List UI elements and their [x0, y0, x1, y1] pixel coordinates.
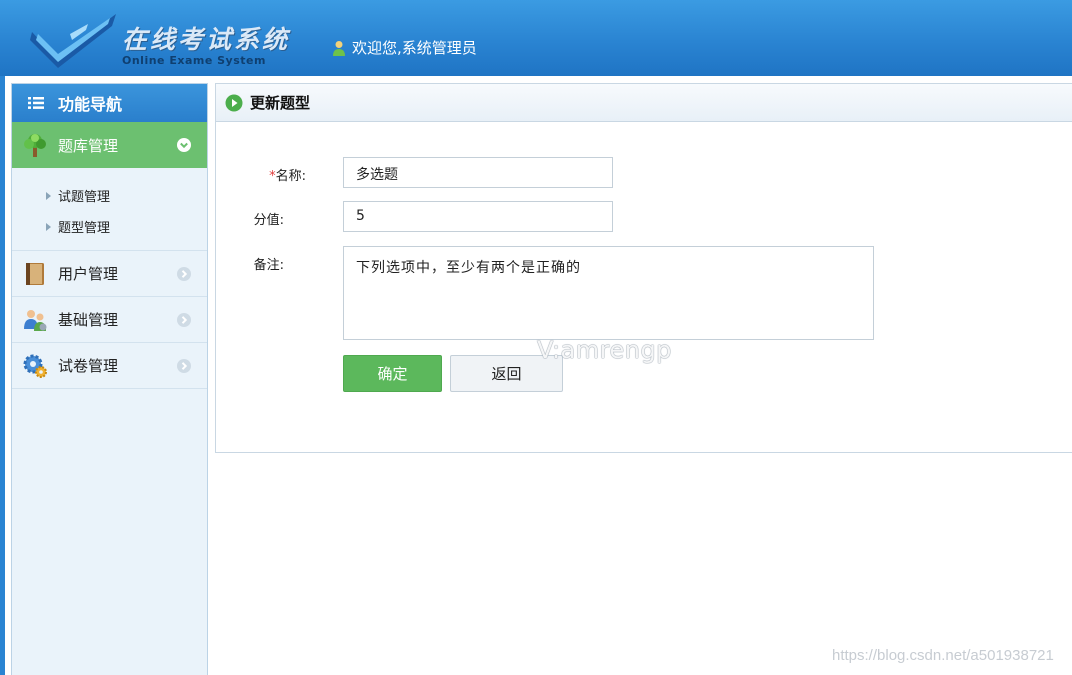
sidebar: 功能导航 题库管理 试题管理 题型管理 用户管理 基础管理 试卷管理	[11, 83, 208, 675]
users-icon	[24, 309, 47, 331]
sidebar-group-basic[interactable]: 基础管理	[12, 297, 207, 343]
sidebar-title-text: 功能导航	[58, 95, 123, 114]
sidebar-group-label: 基础管理	[58, 311, 119, 329]
sidebar-group-label: 试卷管理	[58, 357, 119, 375]
app-logo: 在线考试系统 Online Exame System	[30, 10, 290, 70]
left-edge-strip	[0, 76, 5, 675]
sidebar-group-users[interactable]: 用户管理	[12, 251, 207, 297]
user-icon	[333, 40, 345, 56]
main-panel: 更新题型 *名称: 多选题 分值: 5 备注: 下列选项中，至少有两个是正确的 …	[215, 83, 1072, 453]
overlay-watermark: V:amrengp	[537, 336, 672, 364]
score-label: 分值:	[253, 213, 284, 228]
sidebar-group-label: 题库管理	[58, 136, 119, 155]
sidebar-group-label: 用户管理	[58, 265, 119, 283]
caret-right-icon	[46, 191, 51, 200]
score-input[interactable]: 5	[343, 201, 613, 232]
list-icon	[28, 97, 44, 109]
remark-textarea[interactable]: 下列选项中，至少有两个是正确的	[343, 246, 874, 340]
chevron-right-icon[interactable]	[177, 313, 191, 327]
remark-label: 备注:	[253, 258, 284, 273]
sidebar-item-label: 题型管理	[58, 221, 111, 236]
chevron-right-icon[interactable]	[177, 359, 191, 373]
logo-check-icon	[30, 14, 116, 68]
sidebar-submenu: 试题管理 题型管理	[12, 168, 207, 251]
welcome-text: 欢迎您,系统管理员	[352, 39, 477, 57]
chevron-down-icon[interactable]	[177, 138, 191, 152]
sidebar-item-question-management[interactable]: 试题管理	[12, 180, 207, 211]
book-icon	[26, 262, 44, 285]
chevron-right-icon[interactable]	[177, 267, 191, 281]
name-label-text: 名称:	[275, 169, 306, 184]
logo-subtitle: Online Exame System	[122, 54, 266, 67]
tree-icon	[24, 134, 46, 157]
app-header: 在线考试系统 Online Exame System 欢迎您,系统管理员	[0, 0, 1072, 76]
footer-watermark: https://blog.csdn.net/a501938721	[832, 647, 1054, 664]
logo-title: 在线考试系统	[122, 25, 291, 54]
sidebar-group-question-bank[interactable]: 题库管理	[12, 122, 207, 168]
page-title: 更新题型	[250, 94, 311, 112]
caret-right-icon	[46, 222, 51, 231]
sidebar-group-exam-papers[interactable]: 试卷管理	[12, 343, 207, 389]
play-icon	[225, 94, 243, 111]
welcome-message: 欢迎您,系统管理员	[332, 37, 477, 58]
sidebar-item-question-type-management[interactable]: 题型管理	[12, 211, 207, 242]
name-label: *名称:	[216, 165, 306, 184]
panel-header: 更新题型	[216, 84, 1072, 122]
name-input[interactable]: 多选题	[343, 157, 613, 188]
sidebar-title: 功能导航	[12, 84, 207, 122]
sidebar-item-label: 试题管理	[58, 190, 111, 205]
gear-icon	[23, 354, 47, 378]
confirm-button[interactable]: 确定	[343, 355, 442, 392]
